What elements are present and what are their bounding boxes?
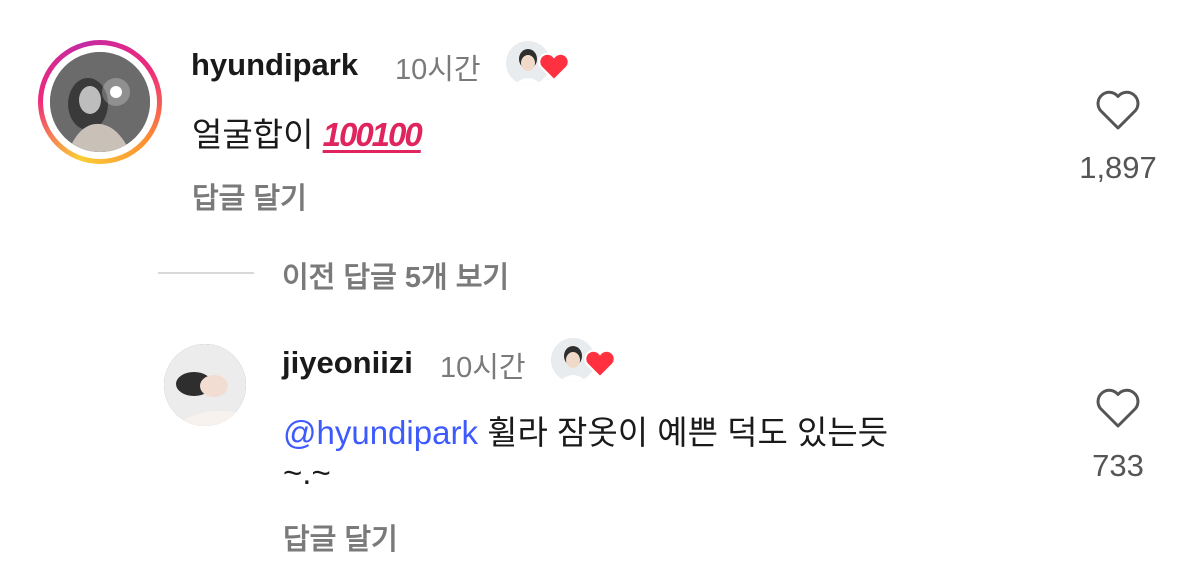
comment-body: 휠라 잠옷이 예쁜 덕도 있는듯 (487, 414, 889, 451)
reply-button[interactable]: 답글 달기 (283, 516, 398, 558)
comment-text-continued: ~.~ (283, 454, 331, 491)
mention-link[interactable]: @hyundipark (283, 414, 478, 451)
profile-photo-icon (164, 344, 246, 426)
like-count: 733 (1092, 448, 1144, 483)
comments-thread: hyundipark 10시간 얼굴합이 100100 답글 달기 1,897 … (0, 0, 1200, 580)
view-previous-replies-button[interactable]: 이전 답글 5개 보기 (282, 254, 509, 296)
comment-body: 얼굴합이 (192, 116, 314, 153)
comment-time: 10시간 (440, 352, 526, 384)
comment-username[interactable]: hyundipark (191, 47, 358, 83)
heart-badge-icon (538, 53, 570, 81)
profile-photo-icon (50, 52, 150, 152)
heart-outline-icon[interactable] (1095, 387, 1141, 429)
avatar[interactable] (50, 52, 150, 152)
hundred-points-icon: 100100 (322, 116, 423, 153)
heart-outline-icon[interactable] (1095, 89, 1141, 131)
like-count: 1,897 (1079, 150, 1157, 185)
reply-button[interactable]: 답글 달기 (192, 175, 307, 217)
thread-divider (158, 272, 254, 274)
comment-text: @hyundipark 휠라 잠옷이 예쁜 덕도 있는듯 (283, 406, 888, 454)
heart-badge-icon (584, 350, 616, 378)
comment-text: 얼굴합이 100100 (192, 108, 423, 156)
comment-time: 10시간 (395, 54, 481, 86)
avatar[interactable] (164, 344, 246, 426)
comment-username[interactable]: jiyeoniizi (282, 345, 413, 381)
